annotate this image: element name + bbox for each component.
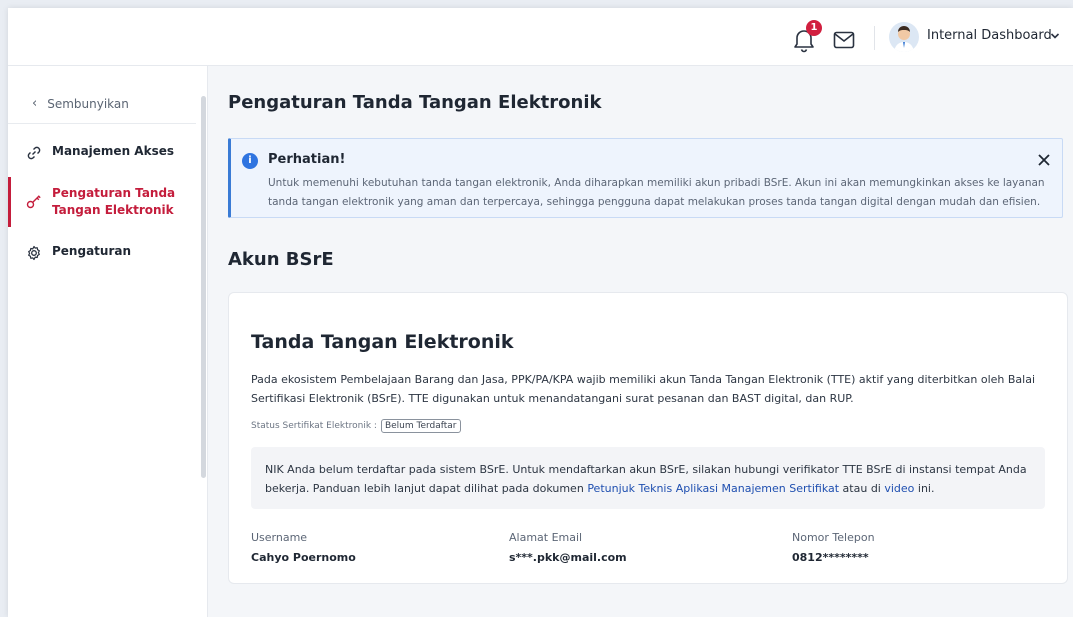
tte-card: Tanda Tangan Elektronik Pada ekosistem P… (228, 292, 1068, 584)
certificate-status: Status Sertifikat Elektronik : Belum Ter… (251, 419, 461, 433)
alert-text: Untuk memenuhi kebutuhan tanda tangan el… (268, 177, 1045, 208)
app-window: 1 Internal Dashboard ‹ Sembunyikan Manaj… (8, 8, 1073, 617)
mail-icon[interactable] (833, 31, 855, 49)
notification-badge: 1 (806, 20, 822, 36)
phone-value: 0812******** (792, 551, 869, 564)
chevron-left-icon: ‹ (32, 96, 38, 111)
avatar-person-icon (894, 26, 914, 52)
sidebar-item-pengaturan[interactable]: Pengaturan (8, 244, 196, 261)
technical-guide-link[interactable]: Petunjuk Teknis Aplikasi Manajemen Serti… (587, 482, 839, 495)
username-label: Username (251, 531, 308, 544)
info-text-part-2: atau di (839, 482, 885, 495)
key-icon (26, 195, 41, 209)
sidebar-collapse-button[interactable]: ‹ Sembunyikan (8, 84, 196, 124)
email-value: s***.pkk@mail.com (509, 551, 627, 564)
email-label: Alamat Email (509, 531, 583, 544)
gear-icon (28, 245, 40, 261)
phone-label: Nomor Telepon (792, 531, 875, 544)
sidebar-item-label: Manajemen Akses (52, 144, 174, 158)
section-title: Akun BSrE (228, 249, 334, 270)
avatar[interactable] (889, 22, 919, 52)
username-value: Cahyo Poernomo (251, 551, 356, 564)
sidebar-scrollbar[interactable] (201, 96, 206, 478)
chevron-down-icon[interactable] (1050, 32, 1060, 40)
sidebar-item-manajemen-akses[interactable]: Manajemen Akses (8, 144, 196, 161)
sidebar-item-label: Pengaturan (52, 244, 132, 258)
page-title: Pengaturan Tanda Tangan Elektronik (228, 92, 602, 113)
card-title: Tanda Tangan Elektronik (251, 331, 514, 353)
sidebar: ‹ Sembunyikan Manajemen Akses Pengaturan… (8, 66, 208, 617)
alert-title: Perhatian! (268, 152, 346, 167)
registration-info-text: NIK Anda belum terdaftar pada sistem BSr… (265, 460, 1035, 498)
header-divider (874, 26, 875, 50)
link-icon (27, 146, 41, 160)
card-description: Pada ekosistem Pembelajaan Barang dan Ja… (251, 373, 1036, 405)
video-link[interactable]: video (884, 482, 914, 495)
sidebar-item-label-line2: Tangan Elektronik (52, 203, 174, 217)
close-icon[interactable] (1036, 152, 1052, 168)
sidebar-collapse-label: Sembunyikan (47, 96, 129, 111)
sidebar-item-pengaturan-tte[interactable]: Pengaturan Tanda Tangan Elektronik (8, 177, 196, 227)
registration-info-box: NIK Anda belum terdaftar pada sistem BSr… (251, 447, 1045, 509)
status-label: Status Sertifikat Elektronik : (251, 421, 377, 431)
top-bar: 1 Internal Dashboard (8, 8, 1073, 66)
sidebar-item-label-line1: Pengaturan Tanda (52, 186, 176, 200)
status-badge: Belum Terdaftar (380, 419, 461, 433)
info-text-part-3: ini. (914, 482, 935, 495)
attention-alert: i Perhatian! Untuk memenuhi kebutuhan ta… (228, 138, 1063, 218)
info-icon: i (242, 153, 258, 169)
user-menu-label[interactable]: Internal Dashboard (927, 28, 1052, 43)
